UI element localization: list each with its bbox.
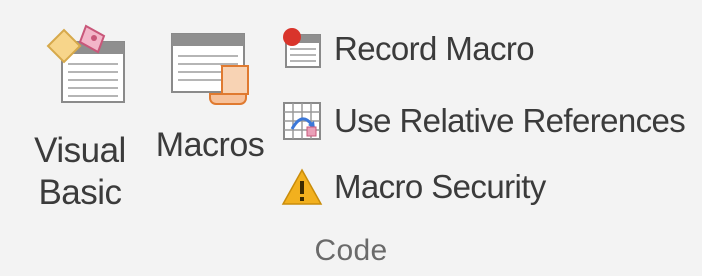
- visual-basic-label-line1: Visual: [34, 131, 126, 170]
- record-macro-label: Record Macro: [334, 30, 535, 67]
- record-macro-icon: [280, 27, 324, 71]
- visual-basic-button[interactable]: Visual Basic: [30, 22, 130, 214]
- macro-security-button[interactable]: Macro Security: [280, 160, 546, 214]
- ribbon-group-code: Visual Basic Macros Record Macro Use Rel…: [0, 0, 702, 276]
- group-label-code: Code: [314, 234, 388, 267]
- visual-basic-icon: [44, 22, 125, 106]
- visual-basic-label: Visual Basic: [34, 130, 126, 214]
- relative-references-label: Use Relative References: [334, 102, 686, 139]
- macro-security-label: Macro Security: [334, 168, 546, 205]
- relative-references-button[interactable]: Use Relative References: [280, 94, 686, 148]
- macros-icon: [162, 22, 258, 106]
- warning-icon: [280, 165, 324, 209]
- macros-button[interactable]: Macros: [150, 22, 270, 166]
- visual-basic-label-line2: Basic: [38, 173, 122, 212]
- record-macro-button[interactable]: Record Macro: [280, 22, 535, 76]
- relative-references-icon: [280, 99, 324, 143]
- macros-label: Macros: [155, 126, 265, 164]
